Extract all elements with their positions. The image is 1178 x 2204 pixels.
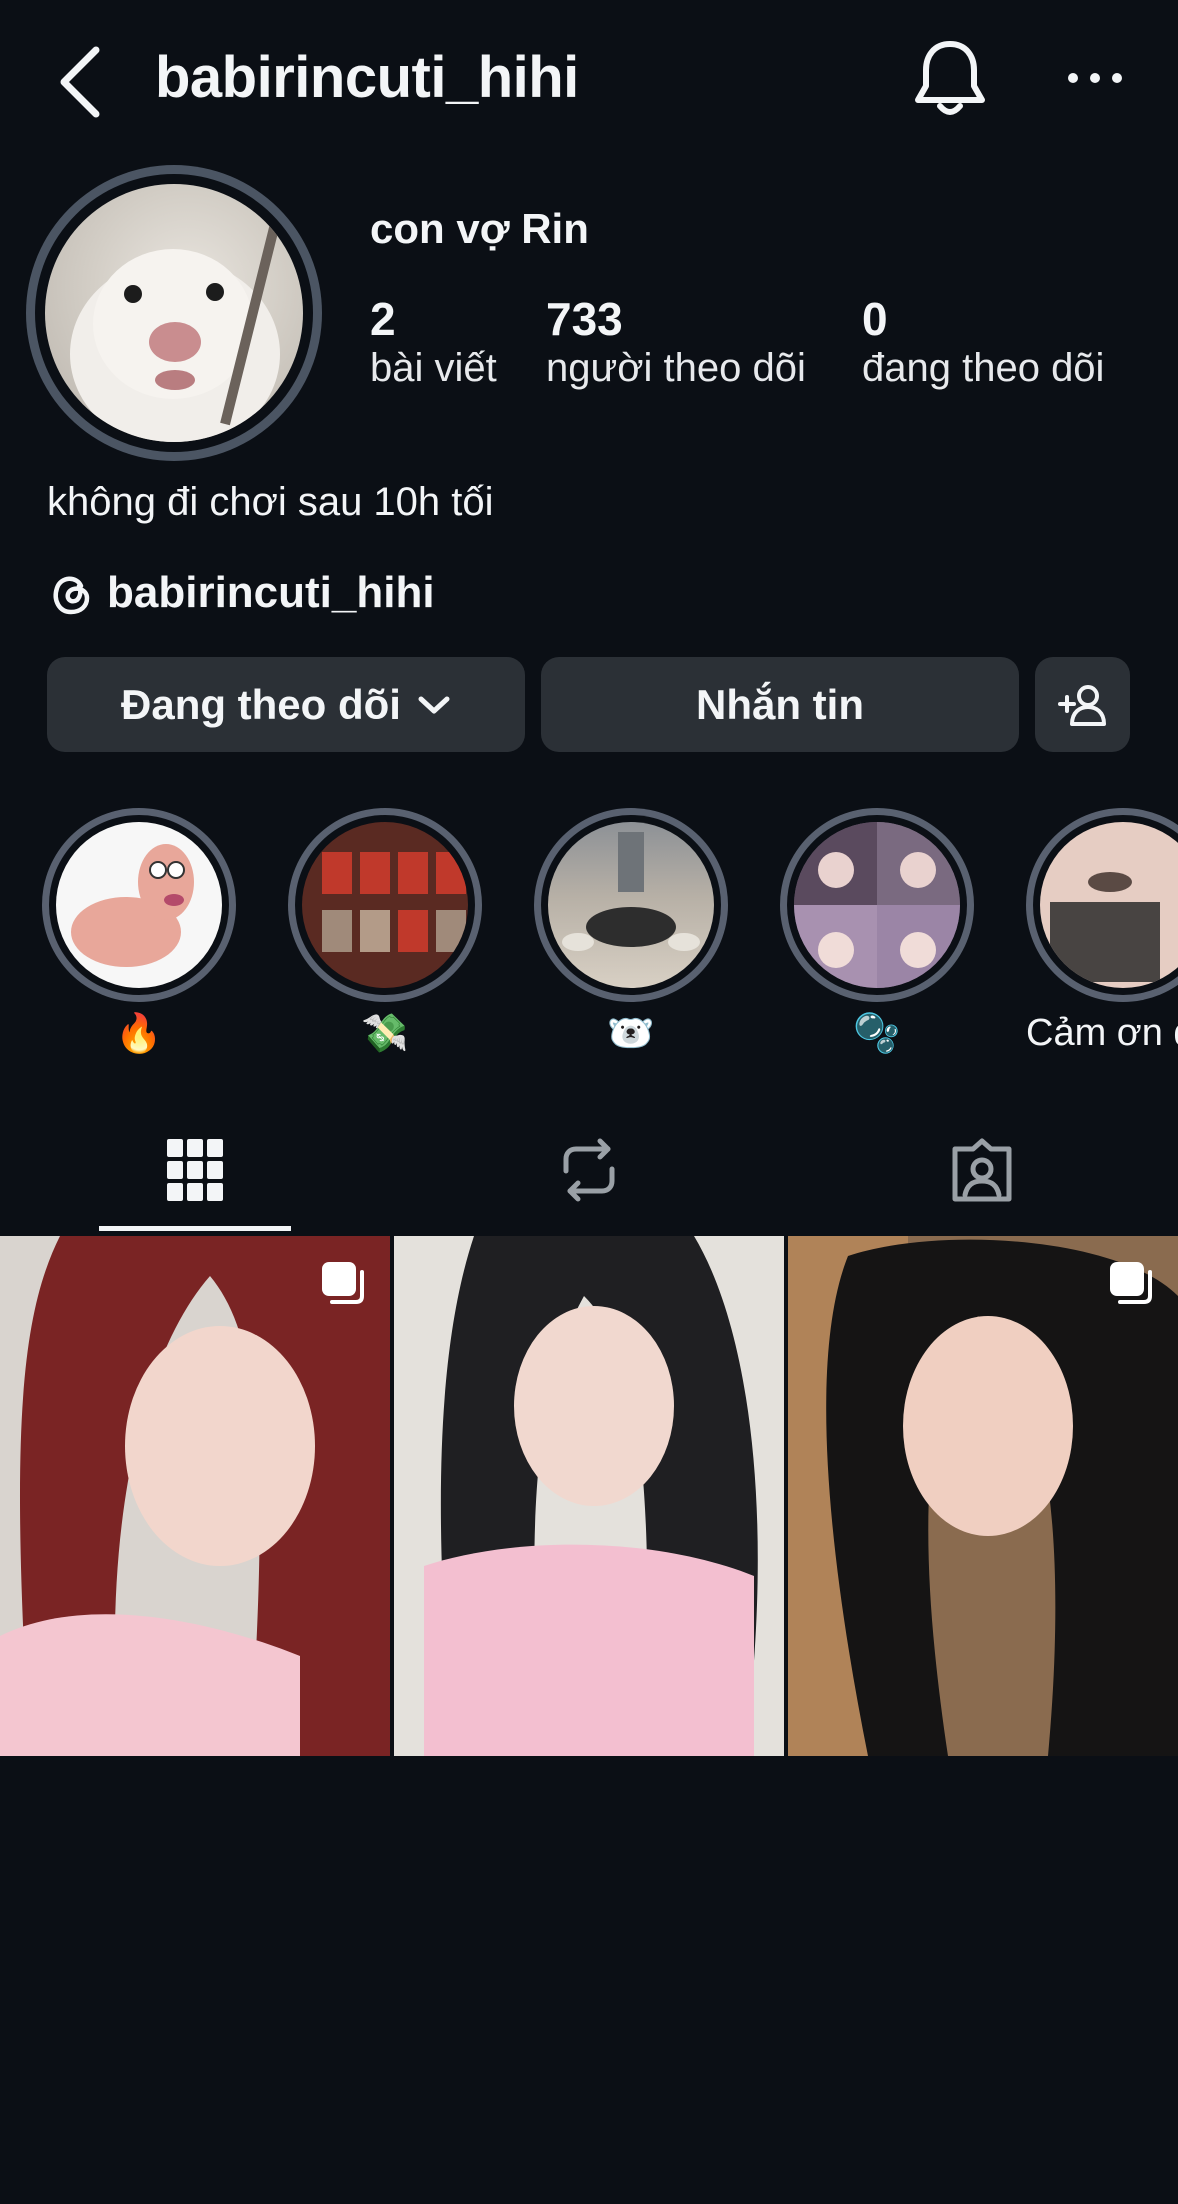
tab-reposts[interactable] xyxy=(529,1130,649,1210)
followers-label: người theo dõi xyxy=(546,346,806,390)
post-thumbnail[interactable] xyxy=(394,1236,784,1756)
highlight-item[interactable]: Cảm ơn đ xyxy=(1026,808,1178,1055)
active-tab-indicator xyxy=(99,1226,291,1231)
message-button-label: Nhắn tin xyxy=(696,680,864,728)
posts-stat[interactable]: 2 bài viết xyxy=(370,292,497,391)
threads-icon xyxy=(53,576,90,615)
post-thumbnail[interactable] xyxy=(788,1236,1178,1756)
highlight-label: 🐻‍❄️ xyxy=(607,1013,655,1055)
highlight-item[interactable]: 🐻‍❄️ xyxy=(534,808,728,1056)
highlight-cover-image xyxy=(548,822,714,988)
following-stat[interactable]: 0 đang theo dõi xyxy=(862,292,1104,391)
display-name: con vợ Rin xyxy=(370,205,589,252)
highlight-label: 🔥 xyxy=(115,1013,163,1055)
followers-stat[interactable]: 733 người theo dõi xyxy=(546,292,806,391)
highlight-label: 🫧 xyxy=(853,1013,901,1055)
threads-handle: babirincuti_hihi xyxy=(107,568,435,617)
multiple-posts-icon xyxy=(322,1262,364,1304)
grid-icon xyxy=(167,1139,223,1201)
post-image xyxy=(788,1236,1178,1756)
highlight-item[interactable]: 🫧 xyxy=(780,808,974,1056)
highlight-item[interactable]: 💸 xyxy=(288,808,482,1056)
following-button[interactable]: Đang theo dõi xyxy=(47,657,525,752)
avatar[interactable] xyxy=(26,165,322,461)
message-button[interactable]: Nhắn tin xyxy=(541,657,1019,752)
highlight-item[interactable]: 🔥 xyxy=(42,808,236,1056)
add-friend-button[interactable] xyxy=(1035,657,1130,752)
posts-count: 2 xyxy=(370,293,396,345)
following-label: đang theo dõi xyxy=(862,346,1105,390)
reposts-icon xyxy=(563,1138,615,1202)
bio: không đi chơi sau 10h tối xyxy=(47,480,494,524)
post-image xyxy=(0,1236,390,1756)
tab-posts-grid[interactable] xyxy=(135,1130,255,1210)
tab-tagged[interactable] xyxy=(922,1130,1042,1210)
multiple-posts-icon xyxy=(1110,1262,1152,1304)
posts-label: bài viết xyxy=(370,346,497,390)
highlight-cover-image xyxy=(1040,822,1178,988)
chevron-down-icon xyxy=(418,696,450,713)
following-button-label: Đang theo dõi xyxy=(121,680,401,728)
highlight-cover-image xyxy=(302,822,468,988)
more-icon[interactable] xyxy=(1065,58,1125,98)
following-count: 0 xyxy=(862,293,888,345)
bell-icon[interactable] xyxy=(912,38,988,118)
followers-count: 733 xyxy=(546,293,623,345)
highlight-cover-image xyxy=(56,822,222,988)
back-icon[interactable] xyxy=(50,42,110,122)
post-image xyxy=(394,1236,784,1756)
page-title: babirincuti_hihi xyxy=(155,45,579,110)
highlight-cover-image xyxy=(794,822,960,988)
post-thumbnail[interactable] xyxy=(0,1236,390,1756)
tagged-icon xyxy=(952,1138,1012,1202)
add-person-icon xyxy=(1057,684,1106,726)
highlight-label: 💸 xyxy=(361,1013,409,1055)
avatar-image xyxy=(45,184,303,442)
highlight-label: Cảm ơn đ xyxy=(1026,1012,1178,1054)
threads-link[interactable]: babirincuti_hihi xyxy=(47,568,435,618)
